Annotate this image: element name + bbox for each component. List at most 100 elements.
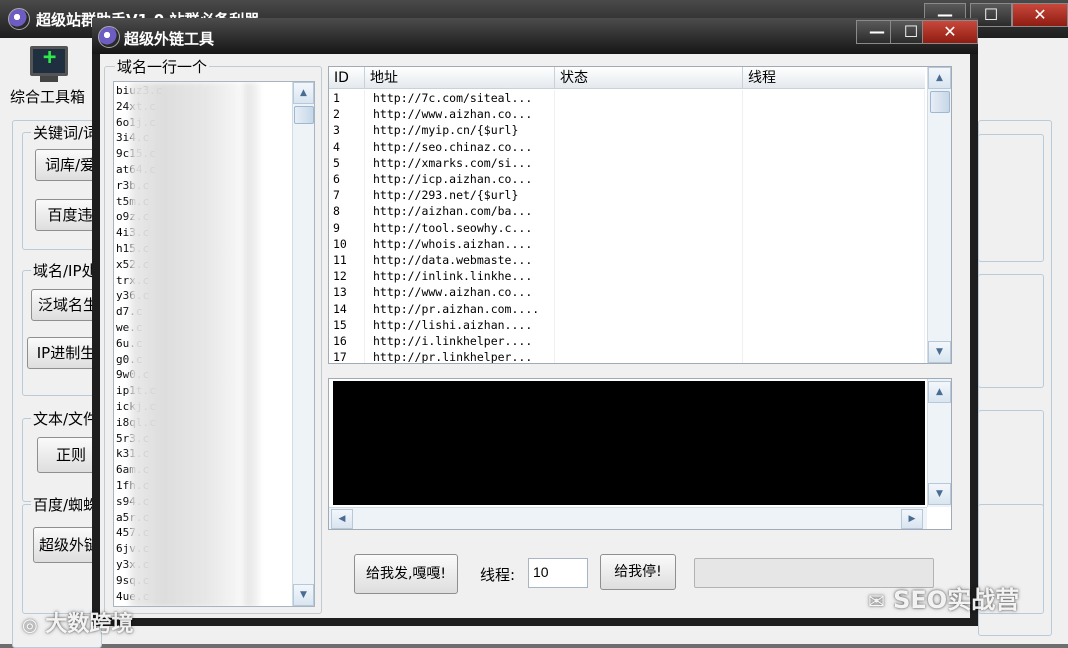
log-vscrollbar[interactable]: ▲ ▼ — [927, 379, 951, 507]
col-status[interactable]: 状态 — [555, 67, 743, 89]
cell-id: 5 — [333, 154, 365, 171]
scroll-up-arrow-icon[interactable]: ▲ — [293, 82, 314, 104]
cell-id: 7 — [333, 187, 365, 204]
log-scroll-down-icon[interactable]: ▼ — [928, 483, 951, 505]
group-domain-ip: 域名/IP处 泛域名生 IP进制生 — [22, 260, 105, 396]
cell-thread — [743, 316, 925, 333]
table-row[interactable]: 2 http://www.aizhan.co... — [329, 106, 925, 123]
table-row[interactable]: 8 http://aizhan.com/ba... — [329, 203, 925, 220]
cell-status — [555, 300, 743, 317]
log-scroll-right-icon[interactable]: ▶ — [901, 509, 923, 529]
stop-button[interactable]: 给我停! — [600, 554, 676, 590]
cell-status — [555, 268, 743, 285]
cell-url: http://www.aizhan.co... — [373, 106, 555, 123]
cell-url: http://data.webmaste... — [373, 252, 555, 269]
cell-url: http://xmarks.com/si... — [373, 154, 555, 171]
log-scroll-up-icon[interactable]: ▲ — [928, 381, 951, 403]
table-row[interactable]: 11 http://data.webmaste... — [329, 252, 925, 269]
table-row[interactable]: 4 http://seo.chinaz.co... — [329, 138, 925, 155]
table-row[interactable]: 3 http://myip.cn/{$url} — [329, 122, 925, 139]
wechat-icon: ✉ — [868, 589, 885, 613]
col-id[interactable]: ID — [329, 67, 365, 89]
cell-status — [555, 90, 743, 107]
thread-label: 线程: — [480, 566, 516, 584]
cell-url: http://inlink.linkhe... — [373, 268, 555, 285]
cell-url: http://i.linkhelper.... — [373, 333, 555, 350]
start-button[interactable]: 给我发,嘎嘎! — [354, 554, 458, 594]
thread-count-input[interactable]: 10 — [528, 558, 588, 588]
weibo-icon: ◎ — [22, 615, 38, 636]
dialog-close-button[interactable]: ✕ — [922, 20, 978, 44]
watermark-left-text: 大数跨境 — [45, 612, 134, 637]
super-link-dialog: 超级外链工具 — ☐ ✕ 域名一行一个 biuz3.c24xt.c6o1j.c3… — [92, 18, 978, 626]
col-url[interactable]: 地址 — [365, 67, 555, 89]
toolbox-label: 综合工具箱 — [10, 88, 86, 106]
table-row[interactable]: 7 http://293.net/{$url} — [329, 187, 925, 204]
table-row[interactable]: 15 http://lishi.aizhan.... — [329, 316, 925, 333]
cell-url: http://pr.aizhan.com.... — [373, 300, 555, 317]
computer-icon — [30, 45, 68, 76]
dialog-client: 域名一行一个 biuz3.c24xt.c6o1j.c3i4.c9c15.cat6… — [100, 54, 970, 618]
table-row[interactable]: 10 http://whois.aizhan.... — [329, 235, 925, 252]
cell-status — [555, 171, 743, 188]
group-keywords-title: 关键词/词 — [31, 122, 101, 143]
cell-id: 4 — [333, 138, 365, 155]
cell-url: http://lishi.aizhan.... — [373, 316, 555, 333]
table-body: 1 http://7c.com/siteal... 2 http://www.aizh… — [329, 90, 925, 363]
dialog-titlebar: 超级外链工具 — ☐ ✕ — [92, 18, 978, 54]
log-panel[interactable]: ▲ ▼ ◀ ▶ — [328, 378, 952, 530]
cell-url: http://pr.linkhelper... — [373, 349, 555, 363]
table-row[interactable]: 13 http://www.aizhan.co... — [329, 284, 925, 301]
cell-url: http://293.net/{$url} — [373, 187, 555, 204]
cell-status — [555, 106, 743, 123]
watermark-left: ◎ 大数跨境 — [22, 606, 133, 638]
table-row[interactable]: 16 http://i.linkhelper.... — [329, 333, 925, 350]
domain-group: 域名一行一个 biuz3.c24xt.c6o1j.c3i4.c9c15.cat6… — [104, 56, 322, 614]
domain-scrollbar[interactable]: ▲ ▼ — [292, 82, 314, 606]
cell-thread — [743, 187, 925, 204]
cell-id: 14 — [333, 300, 365, 317]
cell-url: http://myip.cn/{$url} — [373, 122, 555, 139]
log-scroll-left-icon[interactable]: ◀ — [331, 509, 353, 529]
cell-thread — [743, 333, 925, 350]
cell-url: http://seo.chinaz.co... — [373, 138, 555, 155]
cell-thread — [743, 171, 925, 188]
redaction-mask — [130, 82, 240, 606]
col-thread[interactable]: 线程 — [743, 67, 925, 89]
scroll-thumb[interactable] — [294, 106, 314, 124]
group-domain-ip-title: 域名/IP处 — [31, 260, 99, 281]
domain-textarea[interactable]: biuz3.c24xt.c6o1j.c3i4.c9c15.cat64.cr3b.… — [113, 81, 315, 607]
table-header: ID 地址 状态 线程 — [329, 67, 925, 89]
group-keywords: 关键词/词 词库/爱 百度违 — [22, 122, 105, 250]
cell-thread — [743, 122, 925, 139]
cell-status — [555, 316, 743, 333]
url-table[interactable]: ID 地址 状态 线程 1 http://7c.com/siteal... 2 htt… — [328, 66, 952, 364]
cell-status — [555, 333, 743, 350]
scroll-down-arrow-icon[interactable]: ▼ — [293, 584, 314, 606]
table-row[interactable]: 1 http://7c.com/siteal... — [329, 90, 925, 107]
table-row[interactable]: 12 http://inlink.linkhe... — [329, 268, 925, 285]
computer-stand — [40, 76, 58, 82]
toolbox-tool[interactable]: 综合工具箱 — [10, 42, 90, 106]
cell-status — [555, 138, 743, 155]
table-row[interactable]: 14 http://pr.aizhan.com.... — [329, 300, 925, 317]
table-scrollbar[interactable]: ▲ ▼ — [927, 67, 951, 363]
group-text-file-title: 文本/文件 — [31, 408, 101, 429]
table-scroll-thumb[interactable] — [930, 91, 950, 113]
redaction-mask-secondary — [242, 82, 260, 606]
table-row[interactable]: 9 http://tool.seowhy.c... — [329, 219, 925, 236]
group-text-file: 文本/文件 正则 — [22, 408, 105, 502]
dialog-title: 超级外链工具 — [124, 30, 215, 48]
cell-id: 9 — [333, 219, 365, 236]
table-row[interactable]: 17 http://pr.linkhelper... — [329, 349, 925, 363]
main-close-button[interactable]: ✕ — [1012, 3, 1068, 27]
cell-status — [555, 219, 743, 236]
table-scroll-down-icon[interactable]: ▼ — [928, 341, 951, 363]
cell-id: 6 — [333, 171, 365, 188]
log-hscrollbar[interactable]: ◀ ▶ — [329, 507, 927, 529]
table-scroll-up-icon[interactable]: ▲ — [928, 67, 951, 89]
table-row[interactable]: 6 http://icp.aizhan.co... — [329, 171, 925, 188]
cell-id: 1 — [333, 90, 365, 107]
table-row[interactable]: 5 http://xmarks.com/si... — [329, 154, 925, 171]
cell-status — [555, 252, 743, 269]
